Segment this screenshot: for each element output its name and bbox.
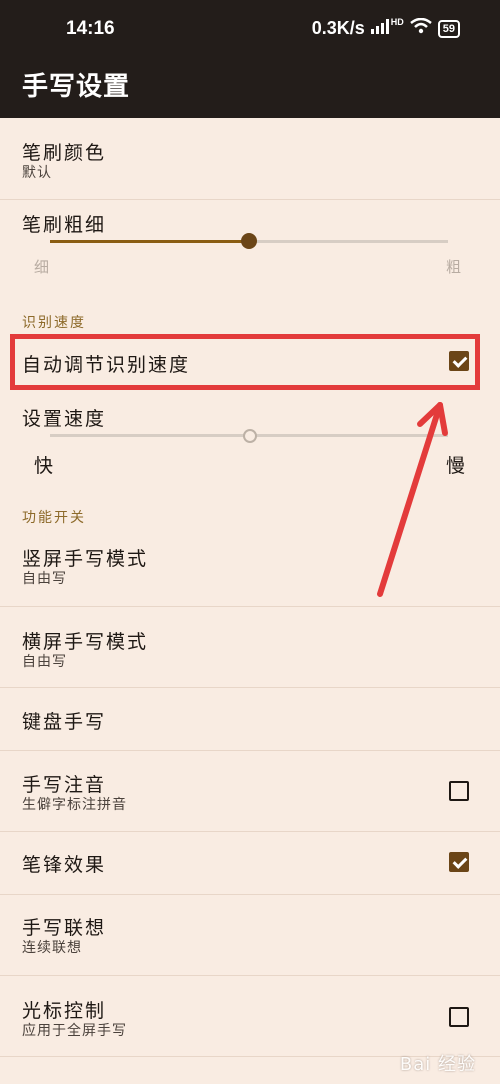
annotation-arrow-icon xyxy=(377,402,448,597)
watermark: Bai 经验 xyxy=(399,1054,476,1075)
